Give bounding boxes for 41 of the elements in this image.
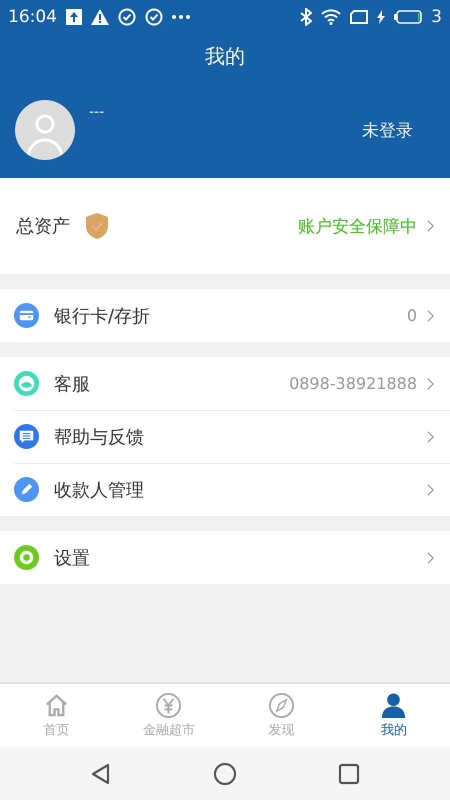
menu-item[interactable]: 收款人管理 [54, 478, 427, 502]
avatar-icon[interactable] [15, 100, 75, 160]
assets-label: 总资产 [16, 215, 70, 238]
login-status[interactable]: 未登录 [362, 118, 413, 142]
person-icon [380, 692, 408, 719]
pencil-icon [14, 477, 39, 502]
charging-icon [377, 10, 386, 24]
battery-level: 3 [431, 7, 442, 27]
chat-icon [14, 424, 39, 449]
menu-item[interactable]: 银行卡/存折 [54, 304, 407, 328]
menu-value: 0 [406, 306, 417, 325]
check-circle-icon [145, 8, 163, 26]
chevron-icon [427, 430, 434, 442]
bluetooth-icon [300, 8, 312, 26]
upload-icon [66, 9, 82, 25]
card-icon [14, 303, 39, 328]
more-icon [172, 15, 190, 19]
compass-icon [268, 692, 295, 719]
chevron-icon [427, 378, 434, 390]
menu-item[interactable]: 客服 [54, 372, 290, 396]
shield-icon [86, 213, 108, 239]
status-time: 16:04 [8, 7, 57, 27]
service-icon [14, 371, 39, 396]
chevron-icon [427, 552, 434, 564]
sim-icon [350, 10, 368, 24]
recents-icon[interactable] [337, 762, 361, 786]
home-icon[interactable] [213, 762, 237, 786]
check-circle-icon [118, 8, 136, 26]
user-name: --- [89, 104, 106, 120]
chevron-icon [427, 484, 434, 496]
menu-value: 0898-38921888 [289, 374, 417, 393]
warning-icon [91, 9, 109, 25]
menu-item[interactable]: 帮助与反馈 [54, 424, 427, 448]
page-title: 我的 [205, 42, 245, 70]
wifi-icon [321, 9, 342, 25]
battery-icon [394, 10, 422, 24]
chevron-icon [427, 220, 434, 232]
settings-icon [14, 545, 39, 570]
chevron-icon [427, 310, 434, 322]
tab[interactable]: 我的 [338, 684, 450, 747]
yen-icon [155, 692, 182, 719]
